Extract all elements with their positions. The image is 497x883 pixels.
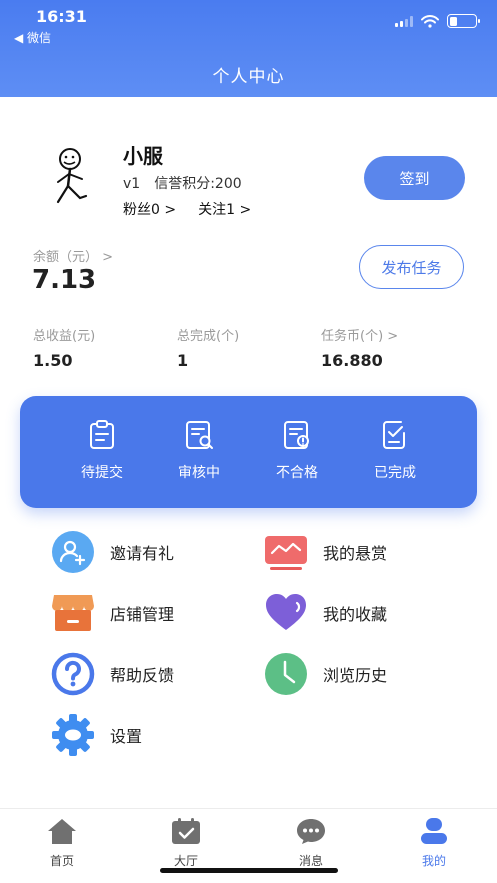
follow-info: 粉丝0 > 关注1 > <box>123 199 251 219</box>
cellular-signal-icon <box>395 15 413 27</box>
menu-label: 邀请有礼 <box>110 544 175 563</box>
stat-label: 任务币(个) > <box>321 329 399 344</box>
stat-value: 16.880 <box>321 351 383 370</box>
home-indicator <box>160 868 338 873</box>
stat-total-completed: 总完成(个) 1 <box>177 325 239 370</box>
store-icon <box>52 595 94 631</box>
menu-help-feedback[interactable]: 帮助反馈 <box>51 651 174 697</box>
stat-value: 1.50 <box>33 351 73 370</box>
task-under-review[interactable]: 审核中 <box>151 396 247 508</box>
task-label: 待提交 <box>81 465 123 481</box>
menu-settings[interactable]: 设置 <box>51 712 142 758</box>
menu-label: 设置 <box>110 727 143 746</box>
checkin-button[interactable]: 签到 <box>364 156 465 200</box>
stat-task-coins[interactable]: 任务币(个) > 16.880 <box>321 325 398 370</box>
menu-label: 店铺管理 <box>110 605 175 624</box>
back-to-wechat-link[interactable]: ◀ 微信 <box>14 29 51 46</box>
tab-hall[interactable]: 大厅 <box>146 817 226 869</box>
menu-label: 我的悬赏 <box>323 544 388 563</box>
tab-home[interactable]: 首页 <box>22 817 102 869</box>
level-info: v1 信誉积分:200 <box>123 173 242 193</box>
avatar[interactable] <box>50 146 92 208</box>
stat-label: 总收益(元) <box>33 329 96 344</box>
task-label: 已完成 <box>374 465 416 481</box>
tab-label: 首页 <box>49 854 74 868</box>
menu-label: 浏览历史 <box>323 666 388 685</box>
tab-mine[interactable]: 我的 <box>394 817 474 869</box>
user-icon <box>421 818 447 844</box>
balance-label[interactable]: 余额（元） > <box>33 246 113 265</box>
settings-gear-icon <box>52 714 94 756</box>
tab-label: 大厅 <box>173 854 198 868</box>
user-level: v1 <box>123 176 141 192</box>
clipboard-icon <box>90 420 114 449</box>
calendar-hall-icon <box>172 818 200 844</box>
document-alert-icon <box>284 421 309 449</box>
menu-my-favorites[interactable]: 我的收藏 <box>264 590 387 636</box>
task-status-card: 待提交 审核中 不合格 已完成 <box>20 396 477 508</box>
task-label: 审核中 <box>178 465 220 481</box>
home-icon <box>48 819 76 844</box>
battery-icon <box>447 14 480 28</box>
menu-label: 帮助反馈 <box>110 666 175 685</box>
task-pending-submit[interactable]: 待提交 <box>54 396 150 508</box>
clock-icon <box>265 653 307 695</box>
help-icon <box>51 652 95 696</box>
menu-label: 我的收藏 <box>323 605 388 624</box>
credit-score: 信誉积分:200 <box>154 176 242 192</box>
task-completed[interactable]: 已完成 <box>347 396 443 508</box>
task-label: 不合格 <box>276 465 318 481</box>
following-link[interactable]: 关注1 > <box>198 202 251 218</box>
page-title: 个人中心 <box>212 67 285 87</box>
menu-store-management[interactable]: 店铺管理 <box>51 590 174 636</box>
stat-label: 总完成(个) <box>177 329 240 344</box>
menu-browsing-history[interactable]: 浏览历史 <box>264 651 387 697</box>
status-time: 16:31 <box>36 7 87 26</box>
header-bar: 16:31 ◀ 微信 个人中心 <box>0 0 497 97</box>
menu-my-rewards[interactable]: 我的悬赏 <box>264 529 387 575</box>
heart-icon <box>266 594 306 630</box>
stat-total-income: 总收益(元) 1.50 <box>33 325 95 370</box>
task-failed[interactable]: 不合格 <box>249 396 345 508</box>
document-check-icon <box>383 421 405 449</box>
status-icons <box>395 14 480 28</box>
document-search-icon <box>186 421 213 449</box>
stat-value: 1 <box>177 351 189 370</box>
chat-bubble-icon <box>297 819 325 844</box>
publish-task-button[interactable]: 发布任务 <box>359 245 464 289</box>
reward-icon <box>265 536 307 570</box>
balance-value: 7.13 <box>32 265 97 295</box>
tab-messages[interactable]: 消息 <box>271 817 351 869</box>
invite-user-icon <box>52 531 94 573</box>
menu-invite[interactable]: 邀请有礼 <box>51 529 174 575</box>
tab-label: 消息 <box>298 854 323 868</box>
tab-label: 我的 <box>421 854 446 868</box>
username: 小服 <box>123 144 163 168</box>
wifi-icon <box>421 14 439 28</box>
fans-link[interactable]: 粉丝0 > <box>123 202 176 218</box>
